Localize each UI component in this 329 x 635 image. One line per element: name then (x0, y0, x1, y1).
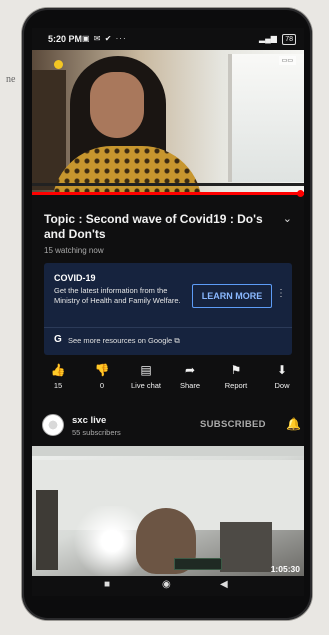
participant-name-tag (174, 558, 222, 570)
channel-name[interactable]: sxc live (72, 415, 106, 426)
dislike-icon: 👎 (94, 363, 110, 377)
android-nav-bar: ■ ◉ ◀ (32, 576, 304, 596)
meeting-controls-bar (32, 183, 304, 186)
dislike-button[interactable]: 👎 0 (80, 362, 124, 390)
home-circle-icon[interactable]: ◉ (162, 579, 171, 590)
background-paper-text: ne (6, 74, 16, 85)
channel-avatar[interactable] (42, 414, 64, 436)
subscribed-button[interactable]: SUBSCRIBED (200, 419, 266, 430)
action-bar: 👍 15 👎 0 ▤ Live chat ➦ Share ⚑ Report ⬇ (32, 362, 304, 406)
live-chat-icon: ▤ (140, 363, 152, 377)
dislike-count: 0 (99, 381, 105, 390)
video-progress-bar[interactable] (32, 190, 304, 197)
video-timestamp: 1:05:30 (270, 564, 300, 574)
battery-icon: 78 (282, 34, 296, 45)
subscriber-count: 55 subscribers (72, 428, 121, 437)
more-options-icon[interactable]: ⋮ (276, 288, 286, 299)
download-label: Dow (274, 381, 290, 390)
notification-bell-icon[interactable]: 🔔 (286, 417, 301, 431)
external-link-icon: ⧉ (174, 336, 180, 345)
status-bar: 5:20 PM ▣ ✉ ✔ ··· ▂▄▆ 78 (32, 28, 304, 50)
info-panel-divider (44, 327, 292, 328)
meeting-chip: ▭▭ (278, 56, 296, 65)
progress-scrubber[interactable] (297, 190, 304, 197)
channel-row: sxc live 55 subscribers SUBSCRIBED 🔔 (32, 406, 304, 446)
notification-icons: ▣ ✉ ✔ ··· (82, 34, 127, 43)
info-panel-heading: COVID-19 (54, 273, 96, 283)
like-button[interactable]: 👍 15 (36, 362, 80, 390)
info-panel-text: Get the latest information from the Mini… (54, 286, 181, 305)
covid-info-panel: COVID-19 Get the latest information from… (44, 263, 292, 355)
background-door (36, 490, 58, 570)
secondary-video-feed[interactable]: 1:05:30 (32, 446, 304, 576)
share-label: Share (179, 381, 200, 390)
presenter-face (90, 72, 144, 138)
report-button[interactable]: ⚑ Report (214, 362, 258, 390)
google-icon: G (54, 334, 62, 345)
back-triangle-icon[interactable]: ◀ (220, 579, 228, 590)
phone-frame: 5:20 PM ▣ ✉ ✔ ··· ▂▄▆ 78 ▭▭ Topic : Seco… (22, 8, 312, 620)
viewer-count: 15 watching now (44, 246, 104, 255)
chevron-down-icon[interactable]: ⌄ (283, 212, 292, 225)
video-title[interactable]: Topic : Second wave of Covid19 : Do's an… (44, 212, 266, 242)
live-chat-label: Live chat (130, 381, 162, 390)
background-chair (220, 522, 272, 572)
video-progress-fill (32, 192, 304, 195)
report-label: Report (224, 381, 248, 390)
share-icon: ➦ (184, 363, 196, 377)
like-icon: 👍 (50, 363, 66, 377)
status-time: 5:20 PM (48, 34, 83, 44)
google-resources-link[interactable]: See more resources on Google ⧉ (68, 336, 180, 346)
live-chat-button[interactable]: ▤ Live chat (124, 362, 168, 390)
recents-square-icon[interactable]: ■ (104, 579, 110, 590)
live-video-player[interactable]: ▭▭ (32, 50, 304, 192)
participant-indicator-icon (54, 60, 63, 69)
status-right: ▂▄▆ 78 (259, 34, 296, 45)
background-window (228, 54, 304, 182)
screen: 5:20 PM ▣ ✉ ✔ ··· ▂▄▆ 78 ▭▭ Topic : Seco… (32, 28, 304, 596)
download-icon: ⬇ (276, 363, 288, 377)
share-button[interactable]: ➦ Share (168, 362, 212, 390)
report-flag-icon: ⚑ (230, 363, 242, 377)
download-button[interactable]: ⬇ Dow (260, 362, 304, 390)
signal-icon: ▂▄▆ (258, 34, 277, 43)
learn-more-button[interactable]: LEARN MORE (192, 284, 272, 308)
google-resources-label: See more resources on Google (68, 336, 173, 345)
like-count: 15 (53, 381, 63, 390)
meeting-top-bar (32, 446, 304, 456)
